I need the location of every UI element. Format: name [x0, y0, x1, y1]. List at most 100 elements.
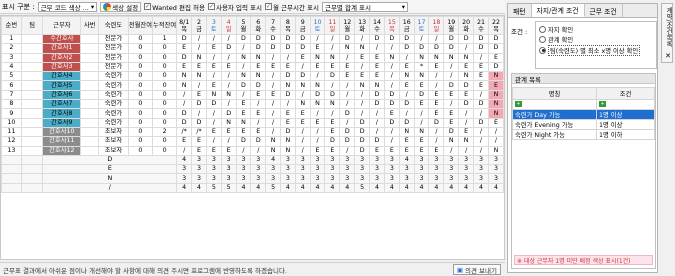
day-column-header[interactable]: 22 목	[487, 16, 504, 35]
column-header[interactable]: 팀	[20, 16, 44, 35]
shift-cell[interactable]: D	[191, 117, 207, 128]
shift-cell[interactable]: D	[279, 33, 296, 45]
shift-cell[interactable]: D	[339, 126, 356, 138]
shift-cell[interactable]: E	[413, 145, 430, 156]
cumulative-balance[interactable]: 0	[152, 71, 178, 82]
shift-cell[interactable]: /	[324, 108, 341, 119]
shift-cell[interactable]: D	[413, 89, 430, 101]
shift-cell[interactable]: E	[279, 117, 296, 128]
shift-cell[interactable]: E	[428, 145, 445, 156]
shift-cell[interactable]: N	[176, 71, 193, 82]
day-column-header[interactable]: 16 금	[398, 16, 415, 35]
team-cell[interactable]	[20, 89, 44, 101]
shift-cell[interactable]: E	[176, 136, 193, 147]
column-header[interactable]: 전월잔여	[127, 16, 154, 35]
user-input-checkbox[interactable]: ✓ 사용자 입력 표시	[207, 2, 262, 12]
shift-cell[interactable]: E	[369, 145, 385, 156]
employee-id[interactable]	[80, 126, 100, 138]
shift-cell[interactable]: E	[250, 89, 267, 101]
shift-cell[interactable]: E	[458, 61, 475, 73]
team-cell[interactable]	[20, 117, 44, 128]
prev-month-balance[interactable]: 0	[127, 145, 154, 156]
column-header[interactable]: 사번	[80, 16, 100, 35]
shift-cell[interactable]: D	[383, 99, 400, 110]
panel-tab[interactable]: 근무 조건	[585, 4, 623, 17]
shift-cell[interactable]: E	[443, 108, 460, 119]
shift-cell[interactable]: D	[250, 80, 267, 91]
shift-cell[interactable]: /	[413, 108, 430, 119]
team-cell[interactable]	[20, 33, 44, 45]
shift-cell[interactable]: /	[398, 108, 415, 119]
shift-cell[interactable]: /	[294, 145, 311, 156]
wanted-edit-checkbox[interactable]: ✓ Wanted 편집 허용	[144, 2, 205, 12]
shift-cell[interactable]: /	[191, 80, 207, 91]
table-row[interactable]: 12 간호사11 초보자 0 0 E E / / D D N N / / D D D D / E E / N N / /	[1, 136, 504, 147]
table-row[interactable]: 5 간호사4 숙련가 0 0 N N / / N N / D D / D E E E / N N / / N E N	[1, 71, 504, 82]
shift-cell[interactable]: /	[265, 117, 281, 128]
shift-cell[interactable]: D	[383, 33, 400, 45]
day-column-header[interactable]: 3토	[205, 16, 222, 35]
shift-cell[interactable]: /	[235, 145, 252, 156]
shift-cell[interactable]: E	[294, 108, 311, 119]
prev-month-balance[interactable]: 0	[127, 33, 154, 45]
day-column-header[interactable]: 7수	[265, 16, 281, 35]
shift-cell[interactable]: E	[279, 61, 296, 73]
shift-cell[interactable]: E	[413, 80, 430, 91]
shift-cell[interactable]: /	[220, 136, 237, 147]
team-cell[interactable]	[20, 80, 44, 91]
shift-cell[interactable]: N	[279, 80, 296, 91]
shift-cell[interactable]: /	[279, 99, 296, 110]
shift-cell[interactable]: E	[473, 71, 489, 82]
shift-cell[interactable]: E	[458, 89, 475, 101]
day-column-header[interactable]: 13 화	[354, 16, 371, 35]
shift-cell[interactable]: E	[220, 145, 237, 156]
shift-cell[interactable]: /	[250, 117, 267, 128]
shift-cell[interactable]: D	[279, 71, 296, 82]
shift-cell[interactable]: N	[309, 99, 326, 110]
cumulative-balance[interactable]: 0	[152, 108, 178, 119]
shift-cell[interactable]: N	[324, 99, 341, 110]
cumulative-balance[interactable]: 0	[152, 43, 178, 54]
employee-id[interactable]	[80, 145, 100, 156]
shift-cell[interactable]: N	[191, 71, 207, 82]
shift-cell[interactable]: E	[383, 108, 400, 119]
day-column-header[interactable]: 17 토	[413, 16, 430, 35]
shift-cell[interactable]: /	[265, 108, 281, 119]
shift-cell[interactable]: N	[354, 43, 371, 54]
shift-cell[interactable]: E	[235, 99, 252, 110]
shift-cell[interactable]: /	[339, 52, 356, 63]
table-row[interactable]: 10 간호사9 숙련가 0 0 D D / N N / / E E E E / D / D D / D E / D E	[1, 117, 504, 128]
shift-cell[interactable]: N	[339, 43, 356, 54]
shift-cell[interactable]: /	[473, 126, 489, 138]
shift-cell[interactable]: N	[279, 145, 296, 156]
shift-cell[interactable]: /	[369, 43, 385, 54]
shift-cell[interactable]: /	[383, 43, 400, 54]
shift-cell[interactable]: E	[458, 126, 475, 138]
employee-id[interactable]	[80, 61, 100, 73]
shift-cell[interactable]: E	[369, 61, 385, 73]
shift-cell[interactable]: /	[428, 71, 445, 82]
shift-cell[interactable]: /	[191, 33, 207, 45]
cumulative-balance[interactable]: 0	[152, 61, 178, 73]
shift-cell[interactable]: /	[487, 126, 504, 138]
shift-cell[interactable]: /	[443, 99, 460, 110]
employee-id[interactable]	[80, 43, 100, 54]
nurse-name[interactable]: 간호사11	[42, 136, 82, 147]
shift-cell[interactable]: E	[250, 108, 267, 119]
shift-cell[interactable]: D	[354, 145, 371, 156]
shift-cell[interactable]: /	[205, 108, 222, 119]
shift-cell[interactable]: N	[487, 145, 504, 156]
table-row[interactable]: 4 간호사3 전문가 0 0 E E E E / E E E / E E E / E / E * E / E E D	[1, 61, 504, 73]
skill-level[interactable]: 숙련가	[98, 89, 129, 101]
shift-cell[interactable]: E	[205, 61, 222, 73]
skill-level[interactable]: 숙련가	[98, 99, 129, 110]
prev-month-balance[interactable]: 0	[127, 80, 154, 91]
shift-cell[interactable]: D	[176, 117, 193, 128]
team-cell[interactable]	[20, 71, 44, 82]
day-column-header[interactable]: 10 토	[309, 16, 326, 35]
day-column-header[interactable]: 15 목	[383, 16, 400, 35]
employee-id[interactable]	[80, 136, 100, 147]
shift-cell[interactable]: E	[354, 52, 371, 63]
shift-cell[interactable]: /	[309, 71, 326, 82]
shift-cell[interactable]: E	[309, 117, 326, 128]
